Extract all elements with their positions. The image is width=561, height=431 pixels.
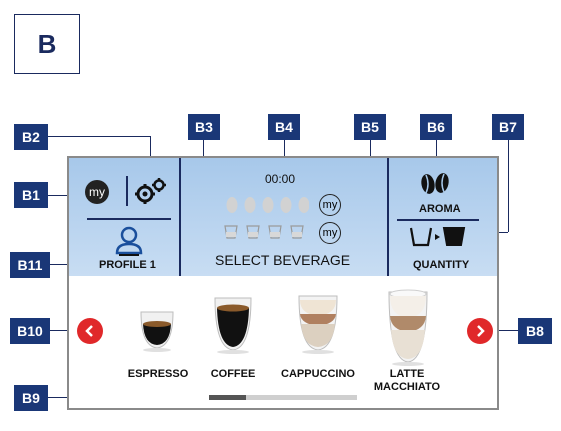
carousel-page-indicator [209, 395, 357, 400]
clock-time: 00:00 [265, 172, 296, 186]
leader-b7 [508, 140, 509, 232]
quantity-cup-icons [221, 224, 311, 240]
coffee-cup-icon [214, 297, 252, 354]
separator [387, 158, 389, 276]
espresso-button[interactable] [137, 302, 177, 354]
callout-b7: B7 [492, 114, 524, 140]
chevron-right-icon [477, 325, 485, 337]
my-profile-button[interactable]: my [85, 180, 109, 204]
beverage-label-espresso: ESPRESSO [127, 368, 189, 380]
coffee-bean-icon[interactable] [418, 170, 452, 196]
profile-avatar-icon[interactable] [113, 224, 145, 256]
quantity-my-label: my [322, 227, 338, 239]
profile-label: PROFILE 1 [99, 259, 156, 271]
separator [87, 218, 171, 220]
latte-macchiato-glass-icon [388, 289, 428, 366]
carousel-page-indicator-fill [209, 395, 246, 400]
aroma-strength-bean-icons [225, 195, 310, 215]
beverage-label-cappuccino: CAPPUCCINO [281, 368, 355, 380]
separator [397, 219, 479, 221]
separator [179, 158, 181, 276]
carousel-next-button[interactable] [467, 318, 493, 344]
carousel-prev-button[interactable] [77, 318, 103, 344]
espresso-cup-icon [140, 311, 174, 352]
cappuccino-cup-icon [298, 295, 338, 354]
callout-b9: B9 [14, 385, 48, 411]
callout-b4: B4 [268, 114, 300, 140]
callout-b8: B8 [518, 318, 552, 344]
machine-display: my PROFILE 1 00:00 my my SELECT BEVERAGE… [67, 156, 499, 410]
beverage-label-latte-macchiato: LATTE MACCHIATO [373, 368, 441, 393]
status-text: SELECT BEVERAGE [215, 252, 351, 268]
figure-label: B [14, 14, 80, 74]
callout-b10: B10 [10, 318, 50, 344]
settings-gear-icon[interactable] [133, 176, 167, 208]
callout-b2: B2 [14, 124, 48, 150]
cappuccino-button[interactable] [295, 288, 341, 356]
latte-macchiato-button[interactable] [385, 286, 431, 368]
coffee-button[interactable] [211, 290, 255, 356]
chevron-left-icon [85, 325, 93, 337]
quantity-cup-icon[interactable] [409, 225, 469, 249]
callout-b3: B3 [188, 114, 220, 140]
beverage-label-coffee: COFFEE [210, 368, 256, 380]
callout-b11: B11 [10, 252, 50, 278]
strength-my-button[interactable]: my [319, 194, 341, 216]
callout-b6: B6 [420, 114, 452, 140]
aroma-label: AROMA [419, 203, 461, 215]
callout-b1: B1 [14, 182, 48, 208]
quantity-my-button[interactable]: my [319, 222, 341, 244]
strength-my-label: my [322, 199, 338, 211]
separator [126, 176, 128, 206]
my-badge-label: my [89, 185, 105, 199]
leader-b2 [48, 136, 150, 137]
callout-b5: B5 [354, 114, 386, 140]
quantity-label: QUANTITY [413, 259, 470, 271]
